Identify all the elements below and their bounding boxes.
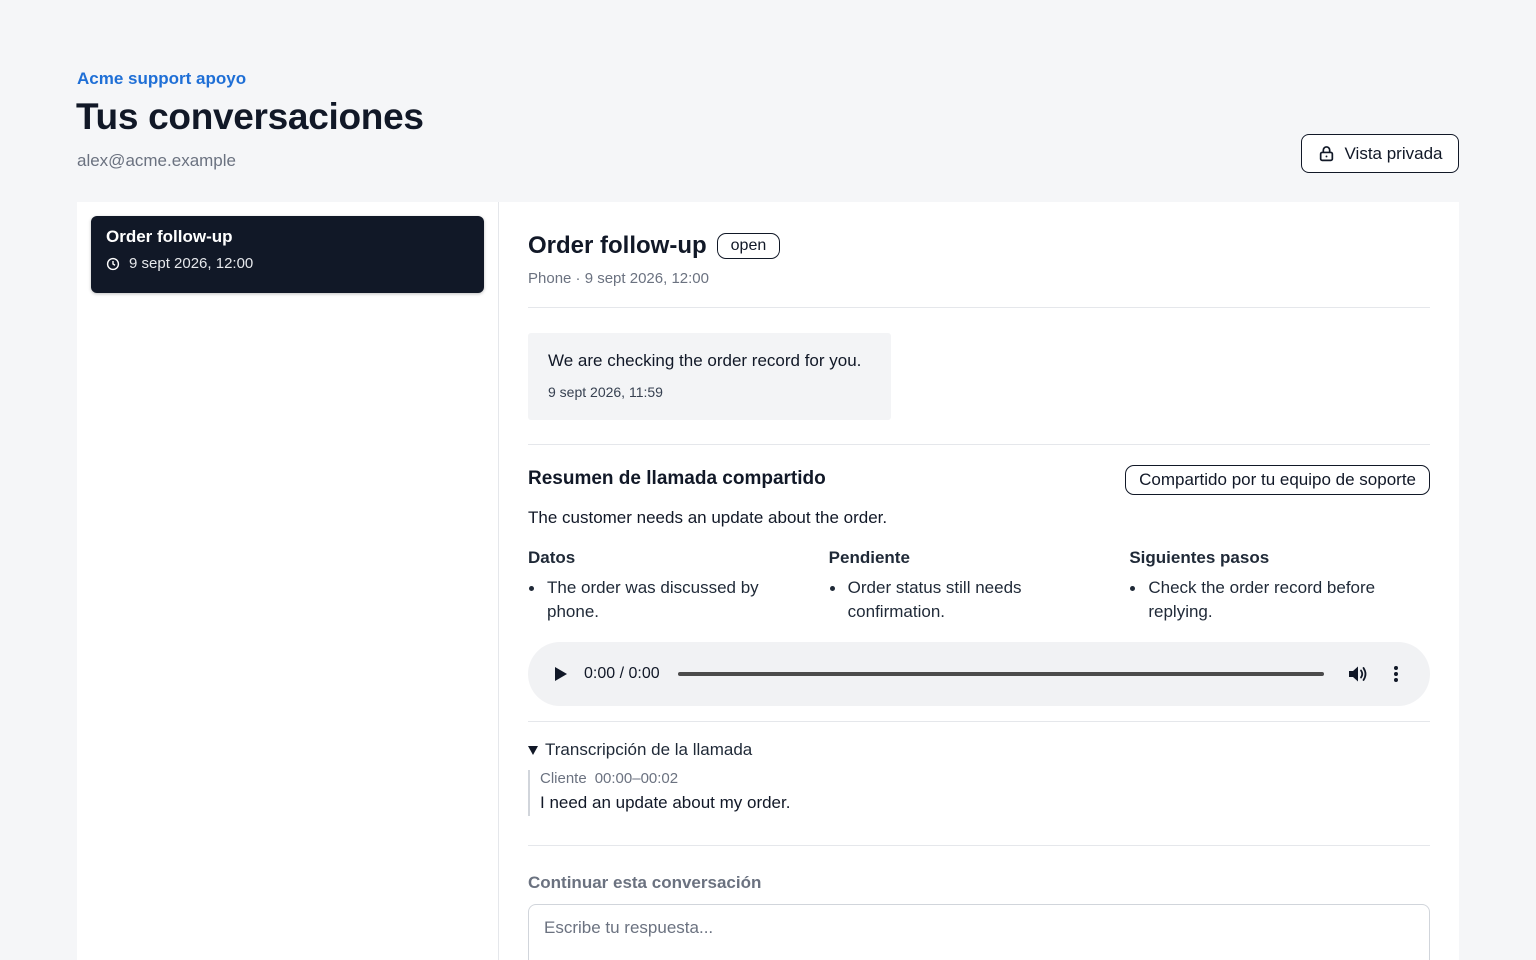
conversation-title: Order follow-up — [528, 232, 707, 259]
page-title: Tus conversaciones — [76, 96, 424, 137]
private-view-button[interactable]: Vista privada — [1301, 134, 1459, 173]
message-bubble: We are checking the order record for you… — [528, 333, 891, 420]
clock-icon — [106, 257, 120, 271]
section-title: Pendiente — [828, 548, 910, 567]
divider — [528, 307, 1430, 308]
call-summary-heading: Resumen de llamada compartido — [528, 468, 826, 489]
summary-section-facts: Datos The order was discussed by phone. — [528, 548, 829, 624]
conversation-item-datetime: 9 sept 2026, 12:00 — [129, 255, 254, 272]
summary-section-next-steps: Siguientes pasos Check the order record … — [1129, 548, 1430, 624]
shared-badge: Compartido por tu equipo de soporte — [1125, 465, 1430, 495]
play-icon[interactable] — [550, 663, 572, 685]
transcript-speaker: Cliente — [540, 770, 587, 787]
transcript-entry: Cliente 00:00–00:02 I need an update abou… — [528, 770, 790, 816]
divider — [528, 444, 1430, 445]
reply-textarea[interactable] — [528, 904, 1430, 960]
transcript-toggle[interactable]: Transcripción de la llamada — [528, 740, 752, 760]
message-timestamp: 9 sept 2026, 11:59 — [548, 384, 663, 400]
section-item: Check the order record before replying. — [1129, 576, 1400, 624]
call-summary-text: The customer needs an update about the o… — [528, 508, 888, 527]
conversations-panel: Order follow-up 9 sept 2026, 12:00 Order… — [77, 202, 1459, 960]
reply-label: Continuar esta conversación — [528, 873, 762, 892]
summary-sections: Datos The order was discussed by phone. … — [528, 548, 1430, 624]
transcript-toggle-label: Transcripción de la llamada — [545, 740, 753, 759]
transcript-text: I need an update about my order. — [540, 793, 791, 812]
status-badge: open — [716, 233, 781, 259]
brand-name: Acme support apoyo — [77, 69, 247, 88]
private-view-label: Vista privada — [1344, 143, 1443, 163]
conversation-meta: Phone · 9 sept 2026, 12:00 — [528, 270, 709, 287]
audio-time: 0:00 / 0:00 — [584, 665, 660, 682]
transcript-time-range: 00:00–00:02 — [594, 770, 679, 787]
message-text: We are checking the order record for you… — [548, 351, 862, 370]
section-title: Siguientes pasos — [1129, 548, 1270, 567]
divider — [528, 721, 1430, 722]
volume-icon[interactable] — [1346, 662, 1370, 686]
lock-icon — [1318, 145, 1335, 162]
section-item: The order was discussed by phone. — [528, 576, 799, 624]
summary-section-pending: Pendiente Order status still needs confi… — [829, 548, 1130, 624]
section-title: Datos — [528, 548, 576, 567]
more-options-icon[interactable] — [1384, 662, 1408, 686]
divider — [528, 845, 1430, 846]
account-email: alex@acme.example — [77, 151, 236, 170]
audio-seek-bar[interactable] — [677, 672, 1324, 676]
section-item: Order status still needs confirmation. — [829, 576, 1100, 624]
conversation-item-title: Order follow-up — [106, 227, 233, 246]
conversation-item-order-follow-up[interactable]: Order follow-up 9 sept 2026, 12:00 — [91, 216, 484, 293]
disclosure-triangle-icon — [528, 745, 538, 755]
conversation-list: Order follow-up 9 sept 2026, 12:00 — [77, 202, 499, 960]
audio-player: 0:00 / 0:00 — [528, 642, 1430, 706]
